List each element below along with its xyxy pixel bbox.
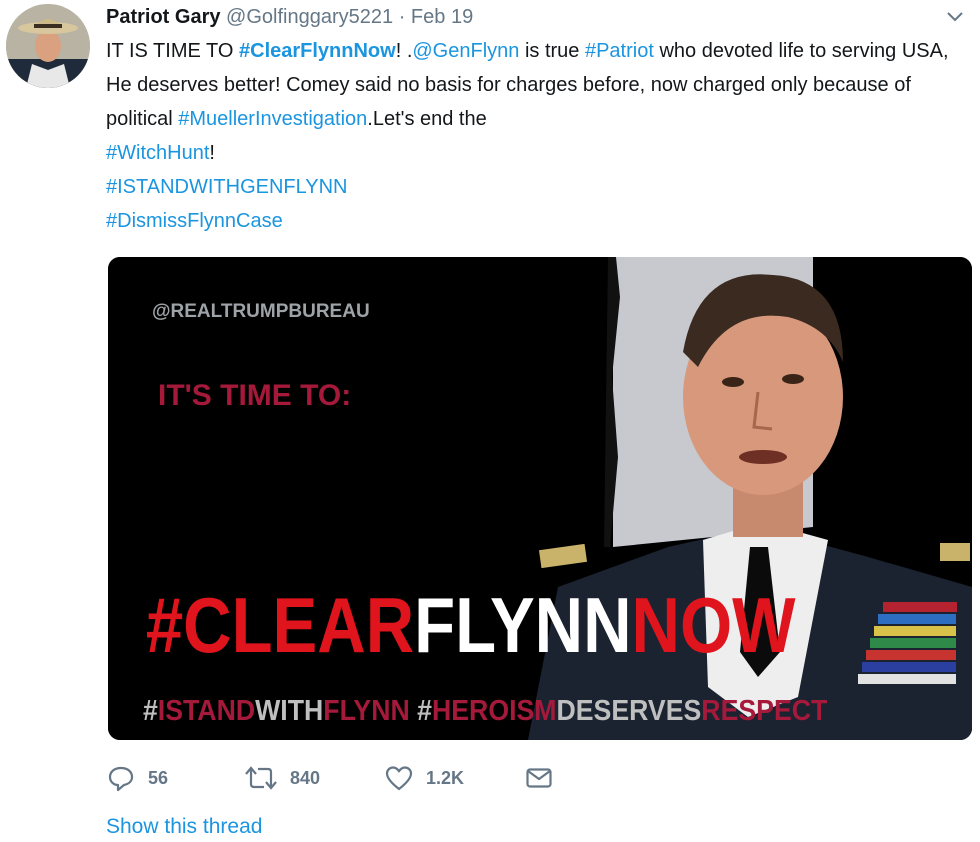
- tweet-image[interactable]: @REALTRUMPBUREAU IT'S TIME TO: #CLEARFLY…: [108, 257, 972, 740]
- avatar[interactable]: [6, 4, 90, 88]
- text-part: is true: [519, 40, 585, 62]
- hashtag-link[interactable]: #ISTANDWITHGENFLYNN: [106, 176, 348, 198]
- poster-graphic: @REALTRUMPBUREAU IT'S TIME TO: #CLEARFLY…: [108, 257, 972, 740]
- slogan-part: FLYNN: [414, 582, 631, 669]
- tweet-text: IT IS TIME TO #ClearFlynnNow! .@GenFlynn…: [106, 34, 971, 238]
- user-handle[interactable]: @Golfinggary5221: [226, 6, 393, 28]
- hashtag-link[interactable]: #ClearFlynnNow: [239, 40, 396, 62]
- like-count: 1.2K: [426, 767, 465, 788]
- hashtag-link[interactable]: #Patriot: [585, 40, 654, 62]
- hashtag-link[interactable]: #WitchHunt: [106, 142, 209, 164]
- tweet-header: Patriot Gary @Golfinggary5221 · Feb 19: [106, 2, 960, 32]
- text-part: .Let's end the: [367, 108, 487, 130]
- hashtag-part: RESPECT: [701, 694, 827, 726]
- hashtag-part: FLYNN: [323, 694, 409, 726]
- tweet-actions: 56 840 1.2K: [106, 760, 706, 796]
- hashtag-part: ISTAND: [158, 694, 255, 726]
- reply-button[interactable]: 56: [106, 760, 168, 796]
- hashtag-link[interactable]: #DismissFlynnCase: [106, 210, 283, 232]
- mention-link[interactable]: @GenFlynn: [412, 40, 519, 62]
- show-thread-link[interactable]: Show this thread: [106, 815, 262, 839]
- hashtag-part: DESERVES: [557, 694, 702, 726]
- hashtag-part: #: [410, 694, 433, 726]
- like-button[interactable]: 1.2K: [384, 760, 464, 796]
- hashtag-link[interactable]: #MuellerInvestigation: [178, 108, 367, 130]
- poster-big-slogan: #CLEARFLYNNNOW: [146, 582, 796, 669]
- poster-bottom-hashtags: #ISTANDWITHFLYNN #HEROISMDESERVESRESPECT: [143, 694, 827, 726]
- retweet-icon: [245, 766, 277, 790]
- text-part: IT IS TIME TO: [106, 40, 239, 62]
- dm-envelope-icon: [526, 768, 552, 788]
- avatar-photo: [6, 4, 90, 88]
- separator-dot: ·: [398, 6, 406, 28]
- reply-count: 56: [148, 767, 169, 788]
- reply-icon: [108, 766, 134, 792]
- hashtag-part: #: [143, 694, 158, 726]
- heart-icon: [385, 766, 413, 791]
- tweet-date[interactable]: Feb 19: [411, 6, 473, 28]
- text-part: !: [209, 142, 215, 164]
- retweet-count: 840: [290, 767, 321, 788]
- retweet-button[interactable]: 840: [244, 760, 320, 796]
- direct-message-button[interactable]: [524, 760, 554, 796]
- poster-headline: IT'S TIME TO:: [158, 379, 351, 412]
- display-name[interactable]: Patriot Gary: [106, 6, 220, 28]
- text-part: ! .: [395, 40, 413, 62]
- poster-watermark: @REALTRUMPBUREAU: [152, 301, 370, 322]
- hashtag-part: WITH: [255, 694, 323, 726]
- slogan-part: #CLEAR: [146, 582, 414, 669]
- chevron-down-icon[interactable]: [944, 6, 966, 28]
- slogan-part: NOW: [632, 582, 796, 669]
- hashtag-part: HEROISM: [432, 694, 557, 726]
